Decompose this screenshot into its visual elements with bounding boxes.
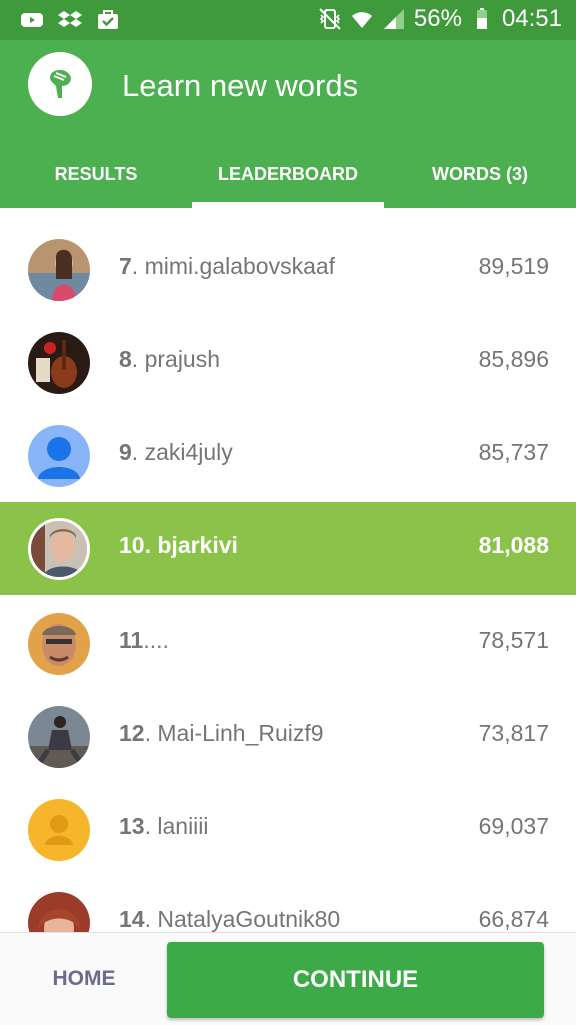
dropbox-icon (58, 11, 82, 27)
leaderboard-row[interactable]: 13. laniiii 69,037 (0, 783, 576, 876)
battery-icon (476, 8, 487, 29)
player-name: 10. bjarkivi (119, 532, 238, 558)
player-name: 8. prajush (119, 346, 221, 372)
status-bar: 56% 04:51 (0, 0, 576, 40)
player-score: 69,037 (478, 813, 549, 839)
player-name: 9. zaki4july (119, 439, 233, 465)
clock: 04:51 (501, 5, 562, 32)
player-name: 14. NatalyaGoutnik80 (119, 906, 341, 932)
avatar (28, 239, 90, 301)
app-bar: Learn new words RESULTS LEADERBOARD WORD… (0, 40, 576, 208)
tab-bar: RESULTS LEADERBOARD WORDS (3) (0, 140, 576, 208)
player-score: 73,817 (478, 720, 549, 746)
player-score: 66,874 (478, 906, 549, 932)
leaderboard-row[interactable]: 7. mimi.galabovskaaf 89,519 (0, 223, 576, 316)
leaderboard-row[interactable]: 12. Mai-Linh_Ruizf9 73,817 (0, 690, 576, 783)
continue-button[interactable]: CONTINUE (167, 942, 544, 1018)
leaderboard-row[interactable]: 14. NatalyaGoutnik80 66,874 (0, 876, 576, 932)
bottom-action-bar: HOME CONTINUE (0, 932, 576, 1025)
player-name: 7. mimi.galabovskaaf (119, 253, 336, 279)
player-score: 89,519 (478, 253, 549, 279)
avatar (28, 518, 90, 580)
avatar (28, 613, 90, 675)
vibrate-mute-icon (319, 8, 341, 30)
battery-percent: 56% (413, 5, 462, 32)
avatar (28, 332, 90, 394)
leaderboard-row-current-user[interactable]: 10. bjarkivi 81,088 (0, 502, 576, 595)
player-score: 85,737 (478, 439, 549, 465)
default-user-avatar-icon (28, 799, 90, 861)
player-score: 81,088 (478, 532, 549, 558)
leaderboard-row[interactable]: 9. zaki4july 85,737 (0, 409, 576, 502)
briefcase-check-icon (98, 10, 118, 29)
youtube-icon (21, 13, 43, 27)
player-name: 11.... (119, 627, 169, 653)
tab-leaderboard[interactable]: LEADERBOARD (192, 140, 384, 208)
tab-results[interactable]: RESULTS (0, 140, 192, 208)
avatar (28, 706, 90, 768)
leaderboard-list[interactable]: 7. mimi.galabovskaaf 89,519 8. prajush 8… (0, 208, 576, 932)
tab-words[interactable]: WORDS (3) (384, 140, 576, 208)
home-button[interactable]: HOME (28, 951, 140, 1007)
leaderboard-row[interactable]: 11.... 78,571 (0, 597, 576, 690)
player-score: 78,571 (478, 627, 549, 653)
leaderboard-row[interactable]: 8. prajush 85,896 (0, 316, 576, 409)
player-name: 13. laniiii (119, 813, 209, 839)
avatar (28, 892, 90, 932)
wifi-icon (351, 12, 372, 28)
page-title: Learn new words (122, 68, 359, 103)
signal-icon (383, 9, 404, 29)
hand-logo-icon (28, 52, 92, 116)
default-user-avatar-icon (28, 425, 90, 487)
player-score: 85,896 (478, 346, 549, 372)
player-name: 12. Mai-Linh_Ruizf9 (119, 720, 324, 746)
